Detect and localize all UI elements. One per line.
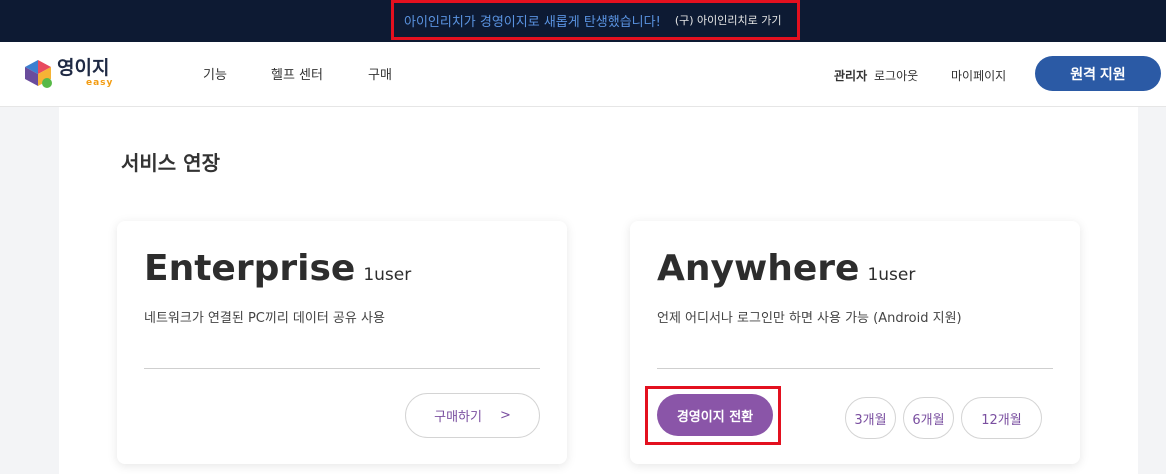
card-unit: 1user <box>867 265 916 285</box>
logout-link[interactable]: 로그아웃 <box>874 67 918 84</box>
site-header: 영이지 easy 기능 헬프 센터 구매 관리자 로그아웃 마이페이지 <box>0 42 1166 107</box>
card-divider <box>144 368 540 369</box>
period-6-months-button[interactable]: 6개월 <box>903 397 954 439</box>
card-title-text: Enterprise <box>144 248 356 289</box>
section-title: 서비스 연장 <box>121 151 220 175</box>
logo[interactable]: 영이지 easy <box>23 52 123 94</box>
buy-button-label: 구매하기 <box>434 410 482 425</box>
admin-label: 관리자 <box>834 69 868 83</box>
buy-button[interactable]: 구매하기 > <box>405 393 540 438</box>
nav-help-center[interactable]: 헬프 센터 <box>271 64 323 83</box>
convert-to-gyeongyeongeasy-button[interactable]: 경영이지 전환 <box>657 394 773 436</box>
announcement-text: 아이인리치가 경영이지로 새롭게 탄생했습니다! <box>404 14 661 30</box>
card-divider <box>657 368 1053 369</box>
old-site-link[interactable]: (구) 아이인리치로 가기 <box>675 12 782 28</box>
remote-support-button[interactable]: 원격 지원 <box>1035 56 1161 91</box>
period-12-months-button[interactable]: 12개월 <box>961 397 1042 439</box>
logo-text: 영이지 <box>57 57 110 79</box>
logo-icon <box>25 60 52 88</box>
period-3-months-button[interactable]: 3개월 <box>845 397 896 439</box>
enterprise-card: Enterprise 1user 네트워크가 연결된 PC끼리 데이터 공유 사용… <box>117 221 567 464</box>
card-description: 언제 어디서나 로그인만 하면 사용 가능 (Android 지원) <box>657 311 962 326</box>
card-title: Enterprise 1user <box>144 248 411 289</box>
nav-features[interactable]: 기능 <box>203 64 227 83</box>
announcement-highlight: 아이인리치가 경영이지로 새롭게 탄생했습니다! (구) 아이인리치로 가기 <box>391 0 800 40</box>
mypage-link[interactable]: 마이페이지 <box>951 67 1006 84</box>
nav-purchase[interactable]: 구매 <box>368 64 392 83</box>
card-title: Anywhere 1user <box>657 248 915 289</box>
card-title-text: Anywhere <box>657 248 860 289</box>
card-unit: 1user <box>363 265 412 285</box>
card-description: 네트워크가 연결된 PC끼리 데이터 공유 사용 <box>144 311 385 326</box>
logo-subtext: easy <box>86 78 114 88</box>
top-announcement-bar: 아이인리치가 경영이지로 새롭게 탄생했습니다! (구) 아이인리치로 가기 <box>0 0 1166 42</box>
chevron-right-icon: > <box>499 408 511 423</box>
